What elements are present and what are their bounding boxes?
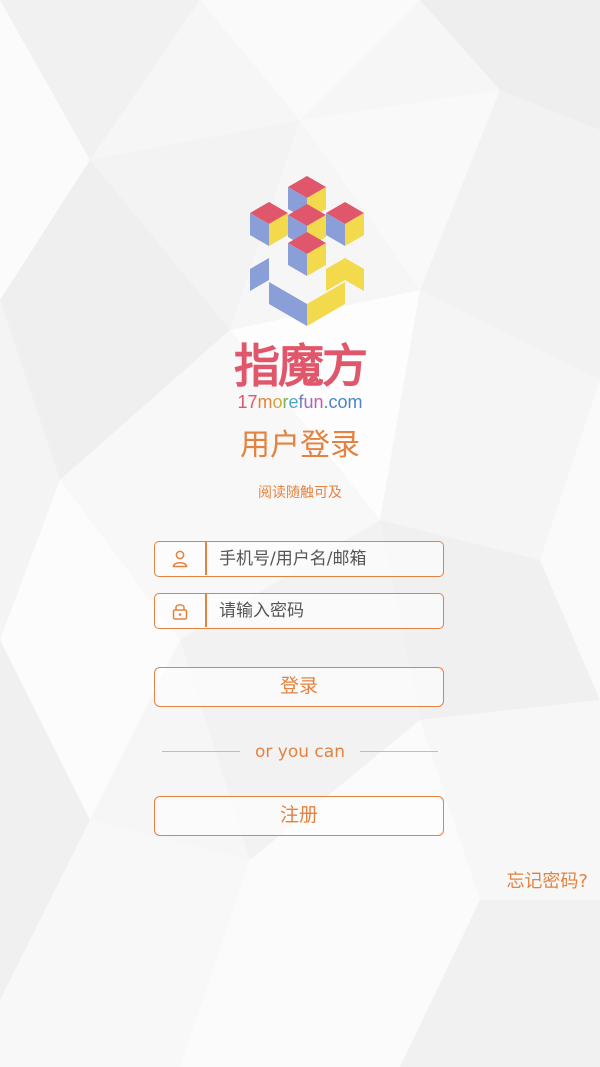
lock-icon <box>155 594 205 627</box>
brand-name: 指魔方 <box>234 339 368 393</box>
field-separator <box>205 542 207 575</box>
user-icon <box>155 542 205 575</box>
brand-url-part: u <box>303 392 314 412</box>
brand-url-part: 17 <box>237 392 258 412</box>
login-button[interactable]: 登录 <box>154 667 444 707</box>
forgot-password-link[interactable]: 忘记密码? <box>506 868 588 896</box>
page-subtitle: 阅读随触可及 <box>258 485 342 501</box>
login-screen: 指魔方 17morefun.com 用户登录 阅读随触可及 登录 or <box>0 0 600 1067</box>
brand-url-part: o <box>272 392 283 412</box>
password-input[interactable] <box>219 594 434 627</box>
brand-url-part: e <box>288 392 299 412</box>
password-field[interactable] <box>154 593 444 629</box>
brand-url: 17morefun.com <box>0 390 600 414</box>
field-separator <box>205 594 207 627</box>
brand-url-part: m <box>257 392 273 412</box>
brand-url-part: n <box>313 392 324 412</box>
username-input[interactable] <box>219 542 434 575</box>
username-field[interactable] <box>154 541 444 577</box>
divider-text: or you can <box>255 742 345 762</box>
page-title: 用户登录 <box>240 428 360 463</box>
divider-line-right <box>360 751 438 752</box>
cube-logo-icon <box>250 176 364 326</box>
register-button[interactable]: 注册 <box>154 796 444 836</box>
brand-url-part: .com <box>323 392 363 412</box>
